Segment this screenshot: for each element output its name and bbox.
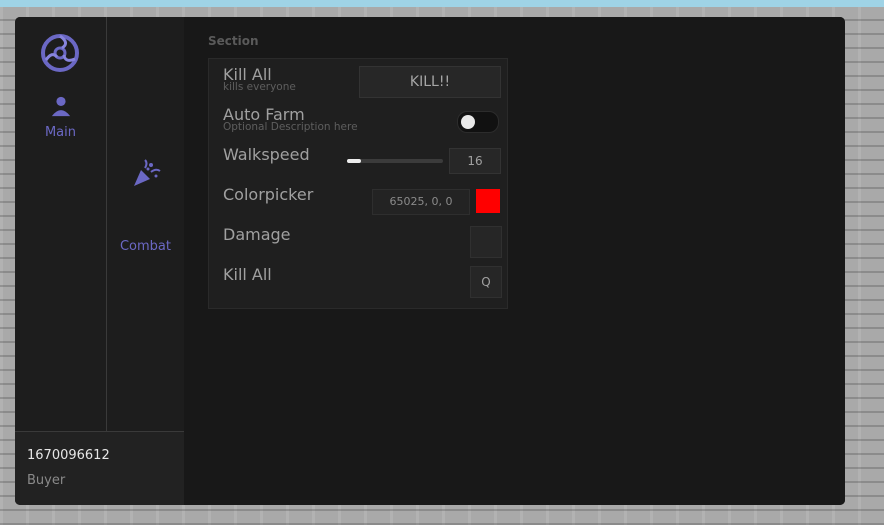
colorpicker-title: Colorpicker bbox=[223, 185, 314, 204]
user-id: 1670096612 bbox=[27, 448, 110, 463]
user-role: Buyer bbox=[27, 473, 66, 488]
walkspeed-slider[interactable] bbox=[347, 159, 443, 163]
section-panel: Kill All kills everyone KILL!! Auto Farm… bbox=[208, 58, 508, 309]
walkspeed-slider-fill bbox=[347, 159, 362, 163]
tab-combat[interactable]: Combat bbox=[107, 159, 184, 254]
sky-strip bbox=[0, 0, 884, 7]
auto-farm-toggle[interactable] bbox=[457, 111, 499, 133]
script-window: Main Combat 1670096612 Buyer Section Kil… bbox=[15, 17, 845, 505]
color-swatch[interactable] bbox=[476, 189, 500, 213]
keybind-title: Kill All bbox=[223, 265, 272, 284]
walkspeed-value[interactable]: 16 bbox=[449, 148, 501, 174]
kill-all-description: kills everyone bbox=[223, 81, 296, 93]
toggle-knob bbox=[461, 115, 475, 129]
logo-icon bbox=[41, 34, 79, 72]
auto-farm-description: Optional Description here bbox=[223, 121, 358, 133]
content-area: Section Kill All kills everyone KILL!! A… bbox=[184, 17, 845, 505]
tab-main-label: Main bbox=[44, 125, 77, 140]
damage-box[interactable] bbox=[470, 226, 502, 258]
user-info: 1670096612 Buyer bbox=[15, 431, 184, 505]
tab-combat-label: Combat bbox=[119, 239, 171, 254]
section-title: Section bbox=[208, 34, 259, 48]
confetti-icon bbox=[133, 159, 161, 186]
keybind-button[interactable]: Q bbox=[470, 266, 502, 298]
color-value[interactable]: 65025, 0, 0 bbox=[372, 189, 470, 215]
kill-button[interactable]: KILL!! bbox=[359, 66, 501, 98]
user-icon bbox=[51, 96, 70, 117]
damage-title: Damage bbox=[223, 225, 291, 244]
sidebar-primary: Main bbox=[15, 17, 107, 431]
tab-main[interactable]: Main bbox=[15, 95, 106, 140]
walkspeed-title: Walkspeed bbox=[223, 145, 310, 164]
